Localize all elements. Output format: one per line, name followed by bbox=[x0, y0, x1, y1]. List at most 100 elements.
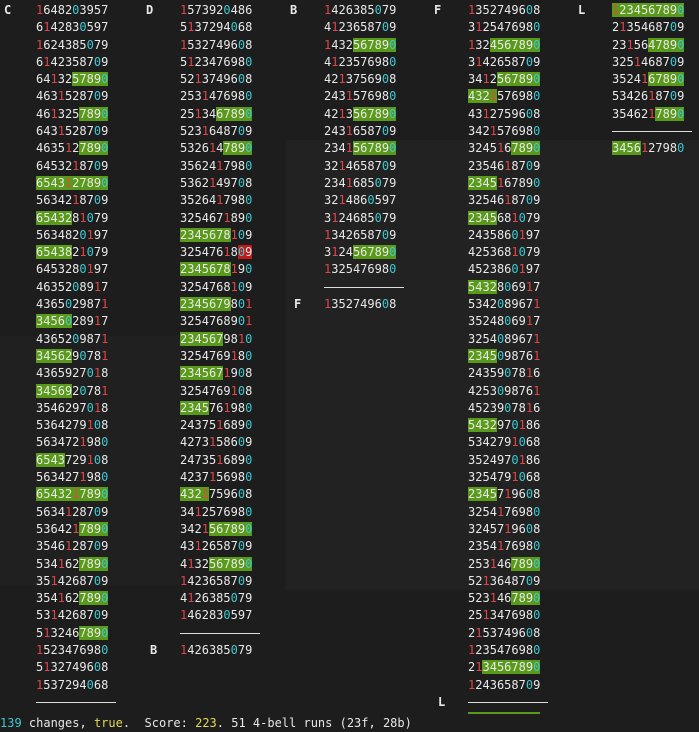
row-change: 3456028917 bbox=[36, 314, 109, 329]
row-change: 4237156980 bbox=[180, 470, 253, 485]
row-change: 5364279108 bbox=[36, 418, 109, 433]
run-highlight: 5432 bbox=[468, 418, 497, 433]
row-change: 1648203957 bbox=[36, 3, 109, 17]
row-change: 2345098761 bbox=[468, 348, 541, 363]
truth-value: true bbox=[93, 716, 123, 730]
row-change: 2435907816 bbox=[468, 366, 541, 381]
run-highlight: 67890 bbox=[648, 72, 685, 87]
row-change: 5213749608 bbox=[180, 72, 253, 87]
row-change: 4312658709 bbox=[180, 539, 253, 554]
run-highlight: 1234567890 bbox=[612, 3, 685, 17]
run-highlight: 7890 bbox=[79, 106, 109, 121]
row-change: 5314268709 bbox=[36, 608, 109, 623]
row-change: 2435860197 bbox=[468, 227, 541, 242]
row-change: 4253098761 bbox=[468, 383, 541, 398]
row-change: 4523860197 bbox=[468, 262, 541, 277]
course-separator bbox=[36, 694, 116, 711]
run-highlight: 7890 bbox=[655, 106, 685, 121]
row-change: 4631528709 bbox=[36, 89, 109, 104]
row-change: 3526417980 bbox=[180, 193, 253, 208]
row-change: 1573920486 bbox=[180, 3, 253, 17]
row-change: 2315647890 bbox=[612, 37, 685, 52]
row-change: 1426385079 bbox=[180, 642, 253, 657]
row-change: 3214658709 bbox=[324, 158, 397, 173]
row-change: 6453280197 bbox=[36, 262, 109, 277]
row-change: 5634128709 bbox=[36, 504, 109, 519]
call-label: C bbox=[4, 3, 12, 17]
row-change: 3412567890 bbox=[468, 72, 541, 87]
run-highlight: 567890 bbox=[352, 245, 397, 260]
row-change: 5432970186 bbox=[468, 418, 541, 433]
row-change: 3524167890 bbox=[612, 72, 685, 87]
row-change: 5326147890 bbox=[180, 141, 253, 156]
run-highlight: 2345678 bbox=[180, 262, 231, 277]
row-change: 2513476980 bbox=[468, 608, 541, 623]
row-change: 1352749608 bbox=[468, 3, 541, 17]
row-change: 5634271980 bbox=[36, 470, 109, 485]
run-highlight: 4567890 bbox=[489, 37, 541, 52]
row-change: 2431576980 bbox=[324, 89, 397, 104]
run-highlight: 7890 bbox=[79, 521, 109, 536]
run-highlight: 7890 bbox=[511, 556, 541, 571]
run-highlight: 65432 bbox=[36, 210, 73, 225]
row-change: 4635127890 bbox=[36, 141, 109, 156]
row-change: 2345679810 bbox=[180, 331, 253, 346]
row-change: 2345678190 bbox=[180, 262, 253, 277]
row-change: 3124685079 bbox=[324, 210, 397, 225]
row-change: 1537294068 bbox=[36, 677, 109, 692]
run-highlight: 6543 bbox=[36, 452, 65, 467]
run-highlight: 4321 bbox=[468, 89, 497, 104]
row-change: 1432567890 bbox=[324, 37, 397, 52]
row-change: 1426385079 bbox=[324, 3, 397, 17]
run-highlight: 2345 bbox=[468, 210, 497, 225]
row-change: 3562417980 bbox=[180, 158, 253, 173]
call-label: B bbox=[290, 3, 298, 17]
course-separator bbox=[324, 279, 404, 296]
method-column: 1352749608 3125476980 1324567890 3142658709… bbox=[468, 2, 548, 728]
row-change: 2134567890 bbox=[468, 660, 541, 675]
row-change: 5123476980 bbox=[180, 54, 253, 69]
row-change: 1523476980 bbox=[36, 642, 109, 657]
row-change: 4321576980 bbox=[468, 89, 541, 104]
row-change: 6142830597 bbox=[36, 20, 109, 35]
run-highlight: 4321 bbox=[180, 487, 209, 502]
run-highlight: 34567890 bbox=[482, 660, 541, 675]
run-highlight: 567890 bbox=[352, 141, 397, 156]
call-label: B bbox=[150, 643, 158, 658]
false-run-highlight: 09 bbox=[237, 245, 253, 260]
row-change: 5364217890 bbox=[36, 521, 109, 536]
call-label: F bbox=[434, 3, 442, 17]
row-change: 2354176980 bbox=[468, 539, 541, 554]
row-change: 3546297018 bbox=[36, 400, 109, 415]
run-highlight: 567890 bbox=[496, 72, 541, 87]
row-change: 2135468709 bbox=[612, 20, 685, 35]
row-change: 1234567890 bbox=[612, 2, 692, 19]
call-label: D bbox=[146, 3, 154, 17]
run-highlight: 234567 bbox=[180, 366, 224, 381]
row-change: 4123658709 bbox=[324, 20, 397, 35]
row-change: 1243658709 bbox=[468, 677, 541, 692]
run-highlight: 2345 bbox=[180, 400, 209, 415]
row-change: 6142358709 bbox=[36, 54, 109, 69]
call-label: L bbox=[578, 3, 586, 17]
row-change: 3456920781 bbox=[36, 383, 109, 398]
run-highlight: 234567 bbox=[180, 331, 224, 346]
method-column: 1573920486 5137294068 1532749608 5123476980… bbox=[180, 2, 260, 659]
row-change: 6431528709 bbox=[36, 124, 109, 139]
row-change: 3254671890 bbox=[180, 210, 253, 225]
row-change: 3421576980 bbox=[468, 124, 541, 139]
row-change: 4273158609 bbox=[180, 435, 253, 450]
run-highlight: 7890 bbox=[511, 141, 541, 156]
run-highlight: 57890 bbox=[72, 72, 109, 87]
row-change: 2431658709 bbox=[324, 124, 397, 139]
row-change: 5132467890 bbox=[36, 625, 109, 640]
row-change: 3245167890 bbox=[468, 141, 541, 156]
run-highlight: 3456 bbox=[612, 141, 641, 156]
row-change: 2341567890 bbox=[324, 141, 397, 156]
row-change: 3214860597 bbox=[324, 193, 397, 208]
row-change: 6413257890 bbox=[36, 72, 109, 87]
call-label: L bbox=[438, 695, 446, 709]
row-change: 6543729108 bbox=[36, 452, 109, 467]
row-change: 2345671908 bbox=[180, 366, 253, 381]
row-change: 2153749608 bbox=[468, 625, 541, 640]
